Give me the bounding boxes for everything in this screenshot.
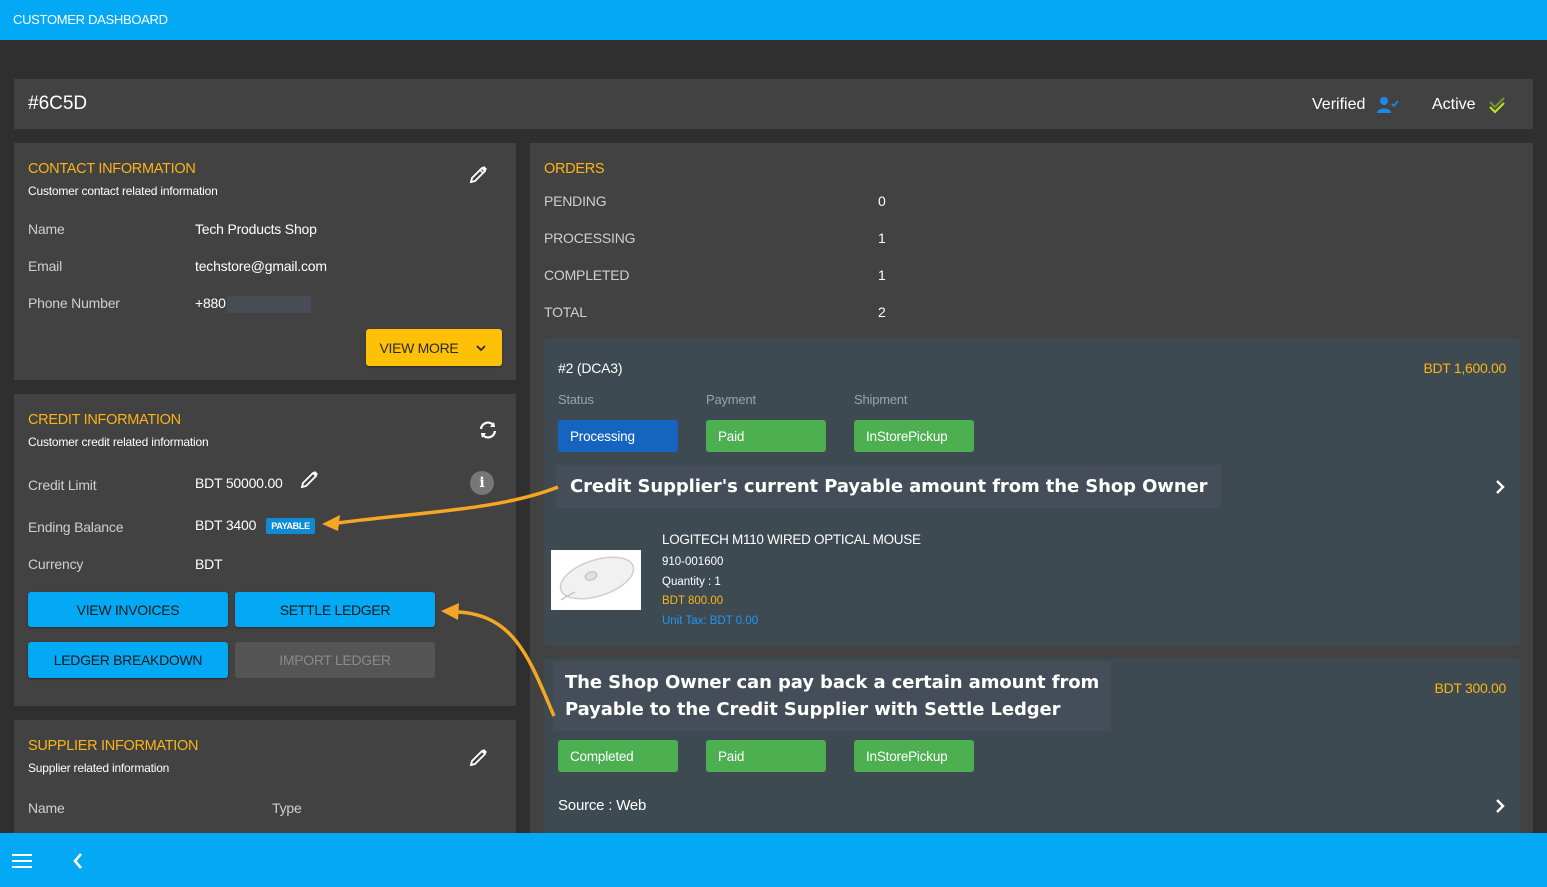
verified-label: Verified [1312, 96, 1366, 113]
top-app-bar: CUSTOMER DASHBOARD [0, 0, 1547, 40]
total-count: 2 [878, 304, 886, 320]
view-more-button[interactable]: VIEW MORE [366, 329, 502, 366]
payment-status-badge: Paid [706, 420, 826, 452]
contact-email-label: Email [28, 258, 63, 274]
ending-balance-amount: BDT 3400 [195, 517, 257, 533]
scroll-gutter [1533, 143, 1547, 833]
credit-limit-label: Credit Limit [28, 477, 97, 493]
currency-label: Currency [28, 556, 84, 572]
supplier-name-column: Name [28, 800, 65, 816]
payable-badge: PAYABLE [266, 518, 315, 535]
ledger-breakdown-button[interactable]: LEDGER BREAKDOWN [28, 642, 228, 678]
completed-label: COMPLETED [544, 267, 630, 283]
credit-limit-value: BDT 50000.00 [195, 475, 283, 491]
settle-callout-line1: The Shop Owner can pay back a certain am… [565, 672, 1100, 693]
settle-ledger-callout: The Shop Owner can pay back a certain am… [553, 661, 1112, 731]
import-ledger-label: IMPORT LEDGER [279, 652, 391, 668]
pencil-icon [300, 471, 318, 489]
product-quantity: Quantity : 1 [662, 576, 721, 588]
active-status: Active [1432, 96, 1506, 114]
mouse-image [559, 556, 635, 601]
order-amount: BDT 1,600.00 [1423, 360, 1506, 376]
info-icon[interactable]: i [470, 471, 494, 495]
pending-count: 0 [878, 193, 886, 209]
order-id: #2 (DCA3) [558, 360, 623, 376]
settle-ledger-label: SETTLE LEDGER [279, 601, 391, 618]
chevron-down-icon [476, 344, 487, 351]
settle-ledger-button[interactable]: SETTLE LEDGER [235, 592, 435, 627]
chevron-right-icon[interactable] [1494, 479, 1506, 495]
import-ledger-button: IMPORT LEDGER [235, 642, 435, 678]
view-more-label: VIEW MORE [379, 339, 459, 356]
contact-phone-value: +880 [195, 295, 311, 313]
phone-prefix: +880 [195, 295, 226, 311]
edit-supplier-button[interactable] [466, 746, 490, 770]
ledger-breakdown-label: LEDGER BREAKDOWN [53, 652, 203, 668]
shipment-badge: InStorePickup [854, 740, 974, 772]
menu-button[interactable] [10, 850, 34, 872]
hamburger-menu-icon [12, 854, 32, 868]
chevron-left-icon [73, 853, 82, 869]
refresh-credit-button[interactable] [476, 418, 500, 442]
bottom-app-bar [0, 833, 1547, 887]
completed-count: 1 [878, 267, 886, 283]
active-label: Active [1432, 96, 1476, 113]
payment-column-label: Payment [706, 392, 756, 407]
supplier-information-card: SUPPLIER INFORMATION Supplier related in… [14, 720, 516, 833]
contact-name-label: Name [28, 221, 65, 237]
contact-phone-label: Phone Number [28, 295, 120, 311]
product-name: LOGITECH M110 WIRED OPTICAL MOUSE [662, 532, 921, 547]
order-source: Source : Web [558, 797, 647, 814]
order-status-badge: Completed [558, 740, 678, 772]
chevron-right-icon[interactable] [1494, 798, 1506, 814]
total-label: TOTAL [544, 304, 587, 320]
contact-title: CONTACT INFORMATION [28, 161, 196, 177]
status-column-label: Status [558, 392, 594, 407]
currency-value: BDT [195, 556, 223, 572]
double-check-icon [1488, 97, 1505, 114]
shipment-badge: InStorePickup [854, 420, 974, 452]
app-title: CUSTOMER DASHBOARD [13, 12, 168, 27]
ending-balance-label: Ending Balance [28, 519, 124, 535]
credit-subtitle: Customer credit related information [28, 435, 209, 449]
customer-header: #6C5D Verified Active [14, 79, 1533, 129]
back-button[interactable] [68, 850, 88, 872]
payment-status-badge: Paid [706, 740, 826, 772]
contact-information-card: CONTACT INFORMATION Customer contact rel… [14, 143, 516, 380]
verified-user-icon [1377, 97, 1400, 113]
processing-label: PROCESSING [544, 230, 636, 246]
contact-name-value: Tech Products Shop [195, 221, 317, 237]
pencil-icon [469, 166, 487, 184]
payable-callout: Credit Supplier's current Payable amount… [556, 465, 1222, 508]
processing-count: 1 [878, 230, 886, 246]
product-image [551, 550, 641, 610]
ending-balance-value: BDT 3400 PAYABLE [195, 517, 315, 535]
settle-callout-line2: Payable to the Credit Supplier with Sett… [565, 699, 1061, 720]
order-amount: BDT 300.00 [1434, 680, 1507, 696]
pending-label: PENDING [544, 193, 607, 209]
shipment-column-label: Shipment [854, 392, 908, 407]
credit-information-card: CREDIT INFORMATION Customer credit relat… [14, 394, 516, 706]
view-invoices-label: VIEW INVOICES [76, 601, 180, 618]
customer-id: #6C5D [28, 93, 88, 114]
phone-redaction [226, 295, 311, 313]
supplier-type-column: Type [272, 800, 302, 816]
verified-status: Verified [1312, 96, 1401, 114]
contact-email-value: techstore@gmail.com [195, 258, 327, 274]
pencil-icon [469, 749, 487, 767]
edit-credit-limit-button[interactable] [298, 469, 320, 491]
orders-title: ORDERS [544, 161, 605, 177]
product-sku: 910-001600 [662, 556, 724, 568]
order-status-badge: Processing [558, 420, 678, 452]
product-price: BDT 800.00 [662, 595, 724, 607]
edit-contact-button[interactable] [466, 163, 490, 187]
view-invoices-button[interactable]: VIEW INVOICES [28, 592, 228, 627]
sync-icon [479, 421, 497, 439]
supplier-title: SUPPLIER INFORMATION [28, 738, 199, 754]
supplier-subtitle: Supplier related information [28, 761, 170, 775]
contact-subtitle: Customer contact related information [28, 184, 218, 198]
product-unit-tax: Unit Tax: BDT 0.00 [662, 615, 759, 627]
credit-title: CREDIT INFORMATION [28, 412, 181, 428]
